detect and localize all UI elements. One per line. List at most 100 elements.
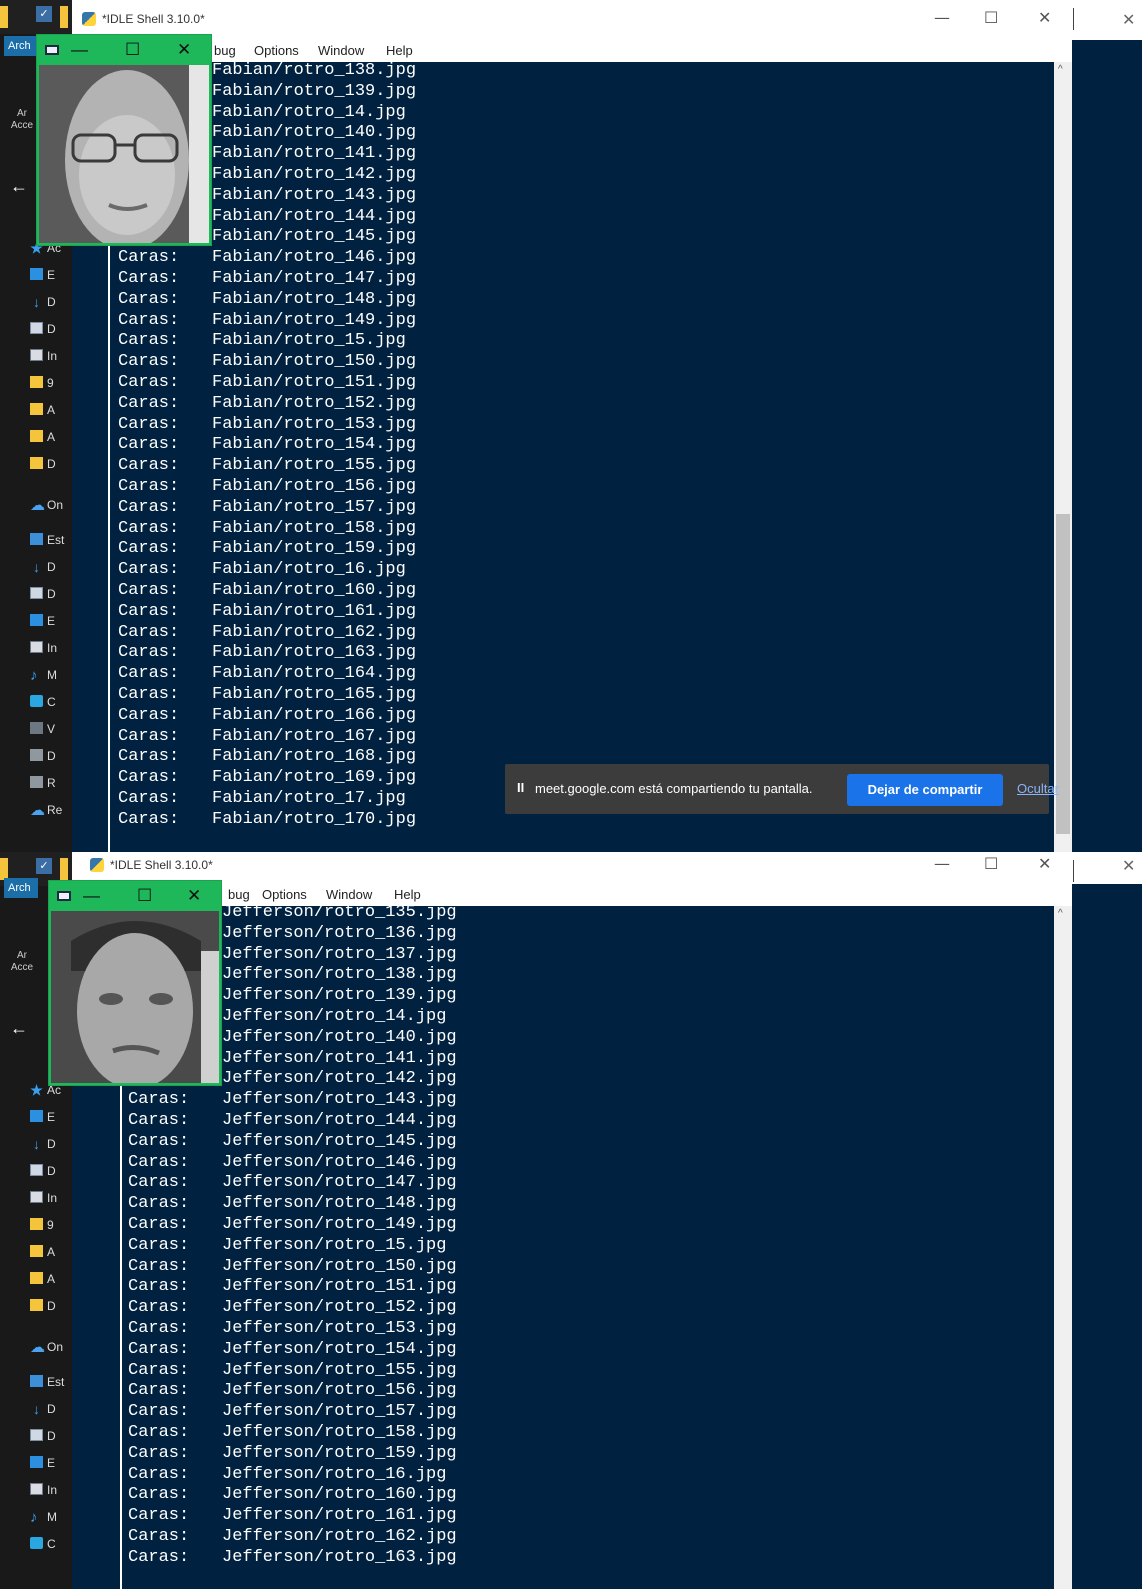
maximize-button[interactable]: ☐ (125, 40, 140, 60)
scroll-up-icon[interactable]: ^ (1058, 64, 1063, 75)
stop-sharing-button[interactable]: Dejar de compartir (847, 774, 1003, 806)
pc-icon (30, 533, 43, 545)
sidebar-item[interactable]: D (30, 1161, 72, 1181)
sidebar-item[interactable]: A (30, 400, 72, 420)
close-button[interactable]: ✕ (177, 40, 191, 60)
shell-line: Caras: Fabian/rotro_151.jpg (118, 373, 416, 394)
sidebar-item[interactable]: E (30, 265, 72, 285)
shell-line: Caras: Fabian/rotro_160.jpg (118, 581, 416, 602)
close-button[interactable]: ✕ (1038, 8, 1051, 27)
shell-line: Caras: Fabian/rotro_156.jpg (118, 477, 416, 498)
shell-output[interactable]: Caras: Fabian/rotro_138.jpg Caras: Fabian/r… (72, 62, 1054, 852)
sidebar-item[interactable]: 9 (30, 373, 72, 393)
sidebar-item-label: In (47, 641, 58, 655)
checkbox-icon[interactable]: ✓ (36, 858, 52, 874)
hide-link[interactable]: Ocultar (1017, 781, 1059, 796)
explorer-tab-archivo[interactable]: Arch (4, 878, 38, 898)
sidebar-item-label: D (47, 1429, 56, 1443)
menu-options[interactable]: Options (254, 43, 299, 58)
menu-debug[interactable]: bug (214, 43, 236, 58)
sidebar-item[interactable]: ☁ On (30, 495, 72, 515)
menu-help[interactable]: Help (386, 43, 413, 58)
sidebar-item[interactable]: ↓ D (30, 292, 72, 312)
drive-icon (30, 749, 43, 761)
menu-options[interactable]: Options (262, 887, 307, 902)
sidebar-item[interactable]: ↓ D (30, 557, 72, 577)
close-icon[interactable]: ✕ (1122, 856, 1135, 876)
sidebar-item[interactable]: E (30, 1453, 72, 1473)
minimize-button[interactable]: — (934, 8, 950, 27)
sidebar-item[interactable]: E (30, 611, 72, 631)
vertical-scrollbar[interactable]: ^ (1054, 62, 1072, 852)
sidebar-item[interactable]: ☁ On (30, 1337, 72, 1357)
sidebar-item[interactable]: D (30, 1296, 72, 1316)
line-path: Jefferson/rotro_155.jpg (222, 1360, 457, 1380)
menu-window[interactable]: Window (318, 43, 364, 58)
folder-icon (0, 6, 8, 28)
line-prefix: Caras: (128, 1277, 190, 1297)
menu-help[interactable]: Help (394, 887, 421, 902)
shell-line: Caras: Fabian/rotro_146.jpg (118, 248, 416, 269)
line-prefix: Caras: (118, 331, 180, 351)
sidebar-item[interactable]: D (30, 1426, 72, 1446)
sidebar-item[interactable]: ↓ D (30, 1134, 72, 1154)
sidebar-item[interactable]: R (30, 773, 72, 793)
sidebar-item[interactable]: D (30, 454, 72, 474)
sidebar-item[interactable]: C (30, 692, 72, 712)
line-path: Fabian/rotro_140.jpg (212, 123, 417, 143)
sidebar-item[interactable]: C (30, 1534, 72, 1554)
sidebar-item[interactable]: A (30, 427, 72, 447)
close-button[interactable]: ✕ (187, 886, 201, 906)
sidebar-item[interactable]: Est (30, 1372, 72, 1392)
line-path: Fabian/rotro_168.jpg (212, 747, 417, 767)
maximize-button[interactable]: ☐ (984, 8, 998, 27)
sidebar-item[interactable]: Est (30, 530, 72, 550)
menu-window[interactable]: Window (326, 887, 372, 902)
document-icon (30, 587, 43, 599)
checkbox-icon[interactable]: ✓ (36, 6, 52, 22)
close-icon[interactable]: ✕ (1122, 10, 1135, 30)
minimize-button[interactable]: — (934, 854, 950, 873)
sidebar-item[interactable]: In (30, 638, 72, 658)
sidebar-item[interactable]: D (30, 319, 72, 339)
quick-access-label: Ar Acce (10, 950, 34, 973)
sidebar-item-label: A (47, 403, 56, 417)
line-path: Jefferson/rotro_141.jpg (222, 1048, 457, 1068)
python-icon (90, 858, 104, 872)
download-icon: ↓ (33, 294, 40, 310)
sidebar-item[interactable]: ↓ D (30, 1399, 72, 1419)
minimize-button[interactable]: — (71, 40, 88, 60)
sidebar-item[interactable]: V (30, 719, 72, 739)
line-path: Jefferson/rotro_154.jpg (222, 1339, 457, 1359)
sidebar-item[interactable]: D (30, 584, 72, 604)
sidebar-item[interactable]: A (30, 1242, 72, 1262)
face-window-titlebar: — ☐ ✕ (49, 881, 221, 911)
sidebar-item[interactable]: ♪ M (30, 665, 72, 685)
shell-line: Caras: Fabian/rotro_155.jpg (118, 456, 416, 477)
sidebar-item[interactable]: In (30, 1188, 72, 1208)
sidebar-item[interactable]: ♪ M (30, 1507, 72, 1527)
sidebar-item[interactable]: ☁ Re (30, 800, 72, 820)
face-preview-window[interactable]: — ☐ ✕ (48, 880, 222, 1086)
sidebar-item-label: A (47, 1245, 56, 1259)
sidebar-item[interactable]: In (30, 346, 72, 366)
back-arrow-icon[interactable]: ← (10, 176, 28, 197)
sidebar-item[interactable]: D (30, 746, 72, 766)
folder-icon (30, 376, 43, 388)
sidebar-item[interactable]: E (30, 1107, 72, 1127)
minimize-button[interactable]: — (83, 886, 100, 906)
sidebar-item[interactable]: A (30, 1269, 72, 1289)
explorer-tab-archivo[interactable]: Arch (4, 36, 38, 56)
line-prefix: Caras: (128, 1152, 190, 1172)
back-arrow-icon[interactable]: ← (10, 1018, 28, 1039)
scroll-up-icon[interactable]: ^ (1058, 908, 1063, 919)
sidebar-item[interactable]: 9 (30, 1215, 72, 1235)
close-button[interactable]: ✕ (1038, 854, 1051, 873)
vertical-scrollbar[interactable]: ^ (1054, 906, 1072, 1589)
menu-debug[interactable]: bug (228, 887, 250, 902)
face-preview-window[interactable]: — ☐ ✕ (36, 34, 212, 246)
maximize-button[interactable]: ☐ (984, 854, 998, 873)
sidebar-item[interactable]: In (30, 1480, 72, 1500)
maximize-button[interactable]: ☐ (137, 886, 152, 906)
line-path: Jefferson/rotro_144.jpg (222, 1110, 457, 1130)
